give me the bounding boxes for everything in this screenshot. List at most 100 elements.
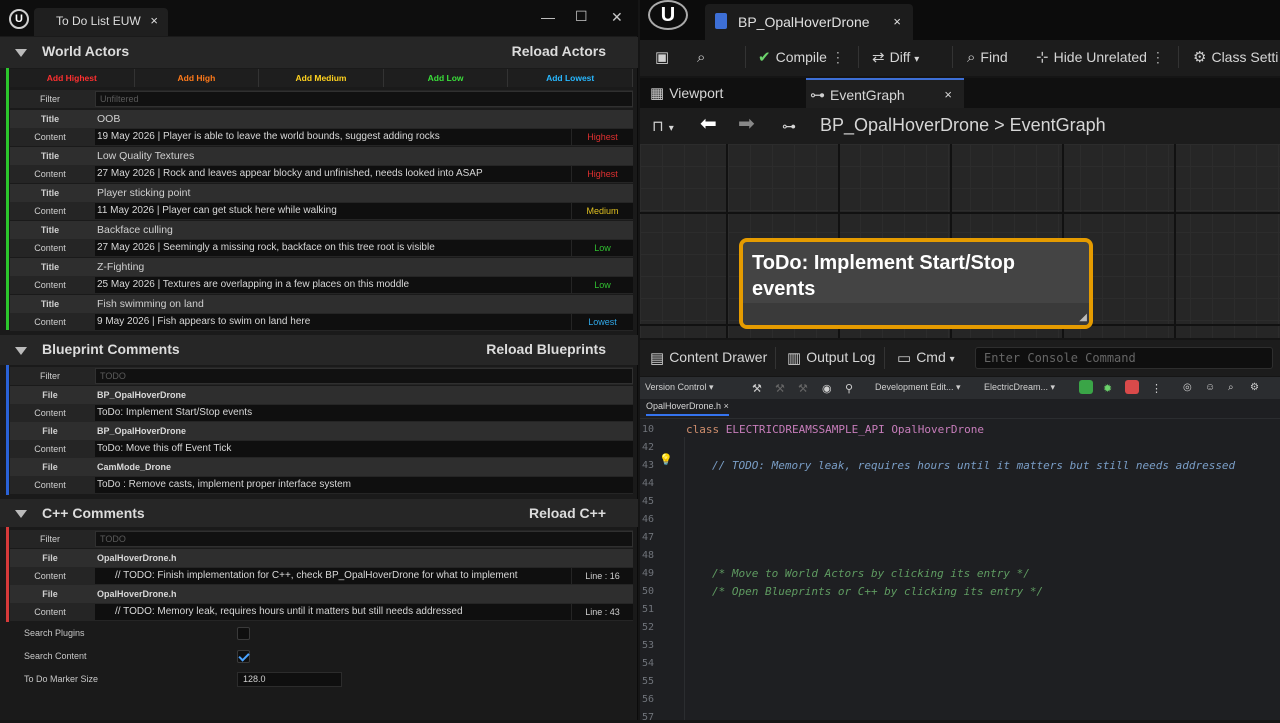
bookmark-button[interactable]: ⊓ ▾ <box>652 116 674 136</box>
marker-size-input[interactable]: 128.0 <box>237 672 342 687</box>
close-tab-icon[interactable]: × <box>150 13 158 28</box>
actor-content: 11 May 2026 | Player can get stuck here … <box>95 203 571 219</box>
bp-file-row[interactable]: File CamMode_Drone <box>10 458 633 476</box>
compile-button[interactable]: ✔ Compile ⋮ <box>758 47 845 67</box>
close-tab-icon[interactable]: × <box>893 14 901 29</box>
more-icon[interactable]: ⋮ <box>1151 382 1162 395</box>
world-actors-filter-input[interactable]: Unfiltered <box>95 91 633 107</box>
cpp-filter-input[interactable]: TODO <box>95 531 633 547</box>
stop-button[interactable] <box>1125 380 1139 394</box>
diff-button[interactable]: ⇄ Diff ▾ <box>872 47 919 67</box>
debug-bug-icon[interactable]: ✹ <box>1103 382 1112 395</box>
unreal-icon[interactable]: ◉ <box>822 382 832 395</box>
bp-content-row[interactable]: Content ToDo: Move this off Event Tick <box>10 440 633 458</box>
add-high-button[interactable]: Add High <box>134 69 260 87</box>
save-button[interactable]: ▣ <box>655 47 674 67</box>
back-arrow-icon[interactable]: ⬅ <box>700 114 717 134</box>
reload-actors-button[interactable]: Reload Actors <box>512 43 606 59</box>
actor-title-row[interactable]: Title Z-Fighting <box>10 258 633 276</box>
breadcrumb-graph[interactable]: EventGraph <box>1010 115 1106 135</box>
comment-node[interactable]: ToDo: Implement Start/Stop events ◢ <box>739 238 1093 329</box>
console-input[interactable]: Enter Console Command <box>975 347 1273 369</box>
find-button[interactable]: ⌕ Find <box>967 47 1008 67</box>
rebuild-icon[interactable]: ⚒ <box>798 382 808 395</box>
actor-title-row[interactable]: Title OOB <box>10 110 633 128</box>
hide-unrelated-button[interactable]: ⊹ Hide Unrelated ⋮ <box>1036 47 1165 67</box>
cpp-content-row[interactable]: Content // TODO: Finish implementation f… <box>10 567 633 585</box>
forward-arrow-icon[interactable]: ➡ <box>738 114 755 134</box>
collapse-arrow-icon[interactable] <box>15 347 27 355</box>
blueprint-comments-header[interactable]: Blueprint Comments Reload Blueprints <box>0 335 638 365</box>
resize-handle-icon[interactable]: ◢ <box>1079 312 1087 323</box>
tab-viewport[interactable]: ▦ Viewport <box>648 78 723 108</box>
maximize-icon[interactable]: ☐ <box>575 8 588 25</box>
tab-event-graph[interactable]: ⊶ EventGraph × <box>806 78 964 108</box>
todo-list-tab[interactable]: To Do List EUW × <box>34 8 168 36</box>
build-icon[interactable]: ⚒ <box>775 382 785 395</box>
hammer-icon[interactable]: ⚒ <box>752 382 762 395</box>
add-lowest-button[interactable]: Add Lowest <box>508 69 633 87</box>
user-icon[interactable]: ☺ <box>1205 382 1215 393</box>
reload-blueprints-button[interactable]: Reload Blueprints <box>486 341 606 357</box>
version-control-dropdown[interactable]: Version Control ▾ <box>645 382 714 393</box>
content-label: Content <box>34 206 66 216</box>
blueprint-filter-input[interactable]: TODO <box>95 368 633 384</box>
cmd-dropdown[interactable]: ▭ Cmd ▾ <box>897 349 955 367</box>
code-line[interactable]: /* Move to World Actors by clicking its … <box>712 567 1030 580</box>
bp-file-row[interactable]: File BP_OpalHoverDrone <box>10 422 633 440</box>
code-line[interactable]: class ELECTRICDREAMSSAMPLE_API OpalHover… <box>686 423 984 436</box>
cpp-comments-header[interactable]: C++ Comments Reload C++ <box>0 499 638 527</box>
actor-content-row[interactable]: Content 27 May 2026 | Rock and leaves ap… <box>10 165 633 183</box>
collapse-arrow-icon[interactable] <box>15 510 27 518</box>
file-tab[interactable]: OpalHoverDrone.h × <box>646 401 729 416</box>
settings-icon[interactable]: ⚙ <box>1250 382 1259 393</box>
actor-content-row[interactable]: Content 9 May 2026 | Fish appears to swi… <box>10 313 633 331</box>
close-tab-icon[interactable]: × <box>944 80 952 110</box>
collapse-arrow-icon[interactable] <box>15 49 27 57</box>
search-icon[interactable]: ⌕ <box>1228 382 1234 393</box>
search-plugins-checkbox[interactable] <box>237 627 250 640</box>
actor-title-row[interactable]: Title Backface culling <box>10 221 633 239</box>
run-button[interactable] <box>1079 380 1093 394</box>
config-dropdown[interactable]: Development Edit... ▾ <box>875 382 961 393</box>
add-low-button[interactable]: Add Low <box>383 69 509 87</box>
title-label: Title <box>40 299 60 309</box>
content-drawer-button[interactable]: ▤ Content Drawer <box>650 349 767 367</box>
actor-content-row[interactable]: Content 27 May 2026 | Seemingly a missin… <box>10 239 633 257</box>
output-log-button[interactable]: ▥ Output Log <box>787 349 875 367</box>
content-label: Content <box>34 444 66 454</box>
close-tab-icon[interactable]: × <box>724 401 729 411</box>
title-label: Title <box>40 114 60 124</box>
actor-content-row[interactable]: Content 11 May 2026 | Player can get stu… <box>10 202 633 220</box>
asset-tab[interactable]: BP_OpalHoverDrone × <box>705 4 913 40</box>
bp-content-row[interactable]: Content ToDo: Implement Start/Stop event… <box>10 404 633 422</box>
bp-content-row[interactable]: Content ToDo : Remove casts, implement p… <box>10 476 633 494</box>
cpp-file-row[interactable]: File OpalHoverDrone.h <box>10 549 633 567</box>
actor-title-row[interactable]: Title Fish swimming on land <box>10 295 633 313</box>
search-content-checkbox[interactable] <box>237 650 250 663</box>
code-line[interactable]: /* Open Blueprints or C++ by clicking it… <box>712 585 1043 598</box>
reload-cpp-button[interactable]: Reload C++ <box>529 505 606 521</box>
cpp-file-row[interactable]: File OpalHoverDrone.h <box>10 585 633 603</box>
add-medium-button[interactable]: Add Medium <box>259 69 384 87</box>
project-dropdown[interactable]: ElectricDream... ▾ <box>984 382 1055 393</box>
ai-icon[interactable]: ◎ <box>1183 382 1192 393</box>
breadcrumb-asset[interactable]: BP_OpalHoverDrone <box>820 115 989 135</box>
actor-title-row[interactable]: Title Low Quality Textures <box>10 147 633 165</box>
code-line[interactable]: // TODO: Memory leak, requires hours unt… <box>712 459 1235 472</box>
close-window-icon[interactable]: ✕ <box>611 9 623 26</box>
actor-content-row[interactable]: Content 25 May 2026 | Textures are overl… <box>10 276 633 294</box>
actor-title-row[interactable]: Title Player sticking point <box>10 184 633 202</box>
output-log-icon: ▥ <box>787 350 802 368</box>
debug-icon[interactable]: ⚲ <box>845 382 853 395</box>
bp-file-row[interactable]: File BP_OpalHoverDrone <box>10 386 633 404</box>
line-number: 53 <box>642 640 655 651</box>
world-actors-header[interactable]: World Actors Reload Actors <box>0 37 638 68</box>
cpp-content-row[interactable]: Content // TODO: Memory leak, requires h… <box>10 603 633 621</box>
minimize-icon[interactable]: — <box>541 9 555 25</box>
browse-button[interactable]: ⌕ <box>697 47 710 67</box>
actor-content-row[interactable]: Content 19 May 2026 | Player is able to … <box>10 128 633 146</box>
add-highest-button[interactable]: Add Highest <box>10 69 135 87</box>
class-settings-button[interactable]: ⚙ Class Setti <box>1193 47 1278 67</box>
tab-event-graph-label: EventGraph <box>830 87 905 103</box>
